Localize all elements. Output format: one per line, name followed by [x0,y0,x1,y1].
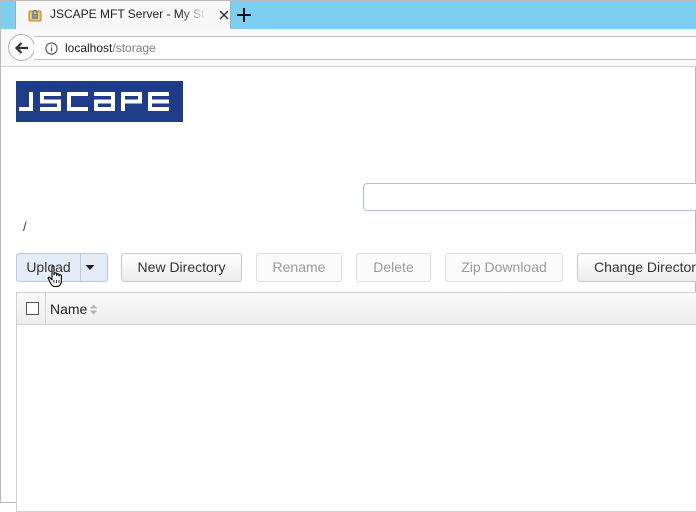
breadcrumb: / [23,219,27,234]
plus-icon[interactable] [235,6,253,24]
back-button[interactable] [8,34,35,61]
column-header-name[interactable]: Name [50,301,87,317]
jscape-logo [16,81,183,122]
lock-folder-icon [28,9,42,22]
hand-pointer-icon [47,265,62,288]
browser-tab[interactable]: JSCAPE MFT Server - My Storage [15,1,231,29]
back-arrow-icon [14,42,28,54]
info-icon[interactable] [45,42,58,55]
rename-button[interactable]: Rename [256,253,342,282]
header-divider [45,293,46,325]
file-table: Name [16,292,696,512]
url-host: localhost [65,41,113,55]
caret-down-icon[interactable] [85,264,95,271]
browser-nav-bar: localhost/storage [1,29,696,67]
select-all-checkbox[interactable] [26,302,39,315]
close-icon[interactable] [218,9,230,21]
url-path: /storage [112,41,156,55]
sort-icon[interactable] [89,304,98,315]
address-bar[interactable]: localhost/storage [34,36,696,60]
url-text: localhost/storage [65,41,156,55]
change-directory-button[interactable]: Change Directory [577,253,696,282]
search-input[interactable] [363,183,696,211]
delete-button[interactable]: Delete [356,253,431,282]
zip-download-button[interactable]: Zip Download [445,253,563,282]
tab-title: JSCAPE MFT Server - My Storage [50,7,206,21]
table-header: Name [17,293,696,325]
new-directory-button[interactable]: New Directory [121,253,242,282]
browser-tab-strip: JSCAPE MFT Server - My Storage [1,1,696,29]
upload-divider [80,254,81,281]
